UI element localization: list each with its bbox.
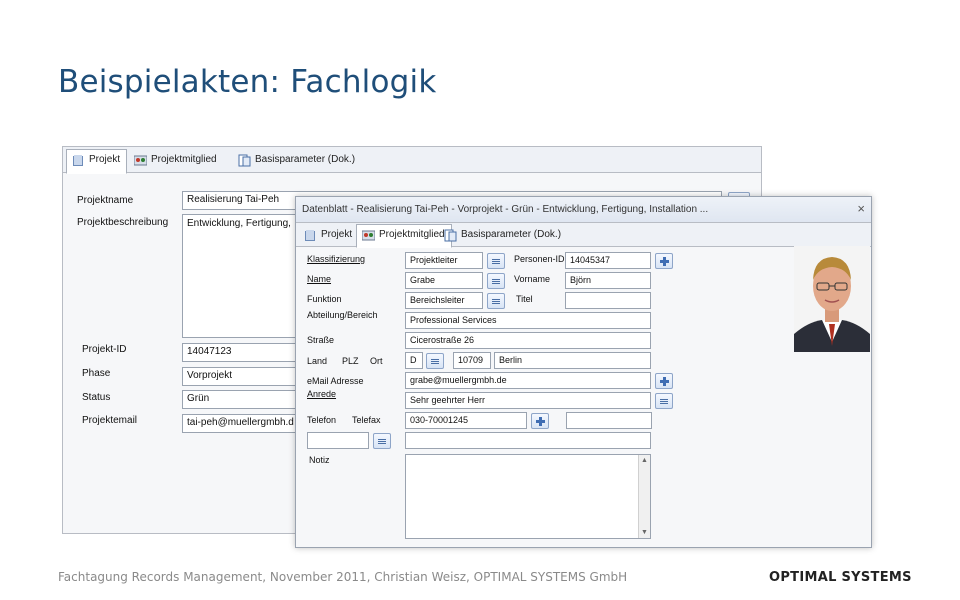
tab-basisparameter[interactable]: Basisparameter (Dok.) bbox=[233, 150, 361, 173]
portrait-image bbox=[794, 246, 870, 352]
email-lookup-button[interactable] bbox=[655, 373, 673, 389]
slide-title: Beispielakten: Fachlogik bbox=[58, 64, 437, 100]
document-params-icon bbox=[444, 229, 457, 242]
personen-id-lookup-button[interactable] bbox=[655, 253, 673, 269]
tab-label: Projektmitglied bbox=[151, 154, 217, 165]
label-vorname: Vorname bbox=[514, 274, 551, 284]
tab-projekt[interactable]: Projekt bbox=[299, 225, 358, 248]
company-logo: OPTIMAL SYSTEMS bbox=[769, 570, 912, 585]
tab-projekt[interactable]: Projekt bbox=[66, 149, 128, 174]
label-name[interactable]: Name bbox=[307, 274, 331, 284]
klassifizierung-field[interactable]: Projektleiter bbox=[405, 252, 483, 269]
abteilung-field[interactable]: Professional Services bbox=[405, 312, 651, 329]
footer-text: Fachtagung Records Management, November … bbox=[58, 570, 628, 584]
extra-list-button[interactable] bbox=[373, 433, 391, 449]
members-icon bbox=[362, 230, 375, 241]
tab-label: Projektmitglied bbox=[379, 229, 445, 240]
puzzle-icon bbox=[660, 257, 669, 266]
projekt-id-field[interactable]: 14047123 bbox=[182, 343, 302, 362]
person-photo bbox=[794, 246, 870, 352]
label-email: eMail Adresse bbox=[307, 376, 364, 386]
tab-basisparameter[interactable]: Basisparameter (Dok.) bbox=[439, 225, 567, 248]
label-anrede[interactable]: Anrede bbox=[307, 389, 336, 399]
label-projektbeschreibung: Projektbeschreibung bbox=[77, 217, 169, 228]
dialog-titlebar: Datenblatt - Realisierung Tai-Peh - Vorp… bbox=[296, 197, 871, 223]
tab-label: Projekt bbox=[89, 154, 121, 165]
label-klassifizierung[interactable]: Klassifizierung bbox=[307, 254, 365, 264]
scroll-up-icon[interactable]: ▲ bbox=[641, 457, 648, 464]
puzzle-icon bbox=[660, 377, 669, 386]
projektbeschreibung-field[interactable]: Entwicklung, Fertigung, bbox=[182, 214, 302, 338]
label-phase: Phase bbox=[82, 368, 111, 379]
personen-id-field[interactable]: 14045347 bbox=[565, 252, 651, 269]
tab-label: Projekt bbox=[321, 229, 353, 240]
tab-projektmitglied[interactable]: Projektmitglied bbox=[356, 224, 452, 248]
label-projekt-id: Projekt-ID bbox=[82, 344, 127, 355]
notiz-scrollbar[interactable]: ▲ ▼ bbox=[638, 455, 650, 538]
name-field[interactable]: Grabe bbox=[405, 272, 483, 289]
funktion-field[interactable]: Bereichsleiter bbox=[405, 292, 483, 309]
dialog-title: Datenblatt - Realisierung Tai-Peh - Vorp… bbox=[302, 204, 709, 215]
members-icon bbox=[134, 155, 147, 166]
label-telefax: Telefax bbox=[352, 415, 381, 425]
label-abteilung: Abteilung/Bereich bbox=[307, 310, 378, 320]
label-notiz: Notiz bbox=[309, 455, 330, 465]
strasse-field[interactable]: Cicerostraße 26 bbox=[405, 332, 651, 349]
label-land: Land bbox=[307, 356, 328, 366]
email-field[interactable]: grabe@muellergmbh.de bbox=[405, 372, 651, 389]
extra-wide-field[interactable] bbox=[405, 432, 651, 449]
label-ort: Ort bbox=[370, 356, 383, 366]
tab-label: Basisparameter (Dok.) bbox=[255, 154, 356, 165]
folder-icon bbox=[305, 230, 315, 241]
puzzle-icon bbox=[536, 417, 545, 426]
label-plz: PLZ bbox=[342, 356, 359, 366]
tab-projektmitglied[interactable]: Projektmitglied bbox=[129, 150, 223, 173]
plz-field[interactable]: 10709 bbox=[453, 352, 491, 369]
name-list-button[interactable] bbox=[487, 273, 505, 289]
datenblatt-dialog: Datenblatt - Realisierung Tai-Peh - Vorp… bbox=[295, 196, 872, 548]
front-tabbar: Projekt Projektmitglied Basisparameter (… bbox=[296, 223, 871, 248]
folder-icon bbox=[73, 155, 83, 166]
label-projektemail: Projektemail bbox=[82, 415, 138, 426]
label-funktion: Funktion bbox=[307, 294, 342, 304]
telefon-field[interactable]: 030-70001245 bbox=[405, 412, 527, 429]
telefon-lookup-button[interactable] bbox=[531, 413, 549, 429]
close-icon[interactable]: × bbox=[857, 201, 865, 216]
projektemail-field[interactable]: tai-peh@muellergmbh.d bbox=[182, 414, 302, 433]
label-titel: Titel bbox=[516, 294, 533, 304]
label-strasse: Straße bbox=[307, 335, 335, 345]
phase-field[interactable]: Vorprojekt bbox=[182, 367, 302, 386]
label-personen-id: Personen-ID bbox=[514, 254, 565, 264]
label-projektname: Projektname bbox=[77, 195, 134, 206]
dialog-body: Projekt Projektmitglied Basisparameter (… bbox=[296, 223, 871, 547]
label-status: Status bbox=[82, 392, 111, 403]
telefax-field[interactable] bbox=[566, 412, 652, 429]
klassifizierung-list-button[interactable] bbox=[487, 253, 505, 269]
document-params-icon bbox=[238, 154, 251, 167]
ort-field[interactable]: Berlin bbox=[494, 352, 651, 369]
tab-label: Basisparameter (Dok.) bbox=[461, 229, 562, 240]
titel-field[interactable] bbox=[565, 292, 651, 309]
notiz-field[interactable]: ▲ ▼ bbox=[405, 454, 651, 539]
back-tabbar: Projekt Projektmitglied Basisparameter (… bbox=[63, 147, 761, 174]
scroll-down-icon[interactable]: ▼ bbox=[641, 529, 648, 536]
status-field[interactable]: Grün bbox=[182, 390, 302, 409]
anrede-list-button[interactable] bbox=[655, 393, 673, 409]
funktion-list-button[interactable] bbox=[487, 293, 505, 309]
land-list-button[interactable] bbox=[426, 353, 444, 369]
vorname-field[interactable]: Björn bbox=[565, 272, 651, 289]
land-field[interactable]: D bbox=[405, 352, 423, 369]
label-telefon: Telefon bbox=[307, 415, 337, 425]
extra-field[interactable] bbox=[307, 432, 369, 449]
anrede-field[interactable]: Sehr geehrter Herr bbox=[405, 392, 651, 409]
